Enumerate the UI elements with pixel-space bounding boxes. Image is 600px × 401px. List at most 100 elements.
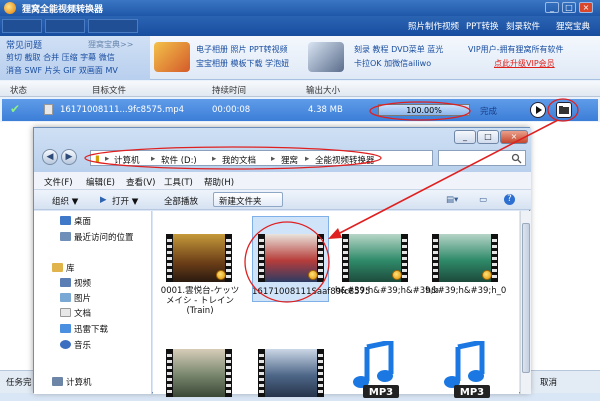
- back-button[interactable]: ◀: [42, 149, 58, 165]
- path-drive[interactable]: 软件 (D:): [161, 154, 197, 166]
- explorer-minimize-button[interactable]: _: [454, 130, 476, 144]
- video-library-icon: [60, 278, 71, 287]
- forward-button[interactable]: ▶: [61, 149, 77, 165]
- done-check-icon: ✔: [10, 102, 21, 116]
- recent-places-icon: [60, 232, 71, 241]
- menu-edit[interactable]: 编辑(E): [86, 176, 115, 188]
- nav-downloads[interactable]: 迅雷下载: [74, 323, 108, 335]
- computer-icon: [52, 377, 63, 386]
- faq-links-2[interactable]: 消音 SWF 片头 GIF 双画面 MV: [6, 65, 118, 76]
- explorer-close-button[interactable]: ×: [500, 130, 528, 144]
- col-duration[interactable]: 持续时间: [212, 84, 246, 96]
- faq-heading: 常见问题: [6, 41, 43, 51]
- video-thumbnail[interactable]: [342, 234, 408, 282]
- file-label-selected[interactable]: 16171008111Saaf89fc8575: [252, 287, 370, 297]
- view-options-icon[interactable]: ▤▾: [446, 195, 458, 205]
- explorer-toolbar: 组织 ▼ ▶ 打开 ▼ 全部播放 新建文件夹 ▤▾ ▭ ?: [34, 190, 531, 210]
- link-burn[interactable]: 刻录软件: [506, 20, 540, 32]
- new-folder-button[interactable]: 新建文件夹: [213, 192, 283, 207]
- video-thumbnail[interactable]: [258, 349, 324, 397]
- ad-dvd-line2[interactable]: 卡拉OK 加微信ailiwo: [354, 58, 431, 69]
- nav-videos[interactable]: 视频: [74, 277, 91, 289]
- title-bar: 狸窝全能视频转换器 _ □ ×: [0, 0, 600, 16]
- dvd-promo-icon[interactable]: [308, 42, 344, 72]
- nav-pictures[interactable]: 图片: [74, 292, 91, 304]
- task-filename: 16171008111...9fc8575.mp4: [60, 105, 185, 115]
- link-ppt[interactable]: PPT转换: [466, 20, 498, 32]
- path-converter[interactable]: 全能视频转换器: [315, 154, 375, 166]
- ad-album-line2[interactable]: 宝宝相册 模板下载 学泡妞: [196, 58, 289, 69]
- scroll-thumb[interactable]: [522, 223, 530, 373]
- file-label[interactable]: 0001.雲悦台-ケッツメイシ - トレイン (Train): [159, 286, 241, 316]
- open-folder-button[interactable]: [556, 102, 572, 118]
- help-icon[interactable]: ?: [504, 194, 515, 205]
- address-bar[interactable]: ▮ ▸ 计算机 ▸ 软件 (D:) ▸ 我的文档 ▸ 狸窝 ▸ 全能视频转换器: [90, 150, 433, 166]
- toolbar-slot-2[interactable]: [45, 19, 85, 33]
- path-documents[interactable]: 我的文档: [222, 154, 256, 166]
- toolbar-slot-3[interactable]: [88, 19, 138, 33]
- path-computer[interactable]: 计算机: [114, 154, 140, 166]
- app-logo-icon: [4, 2, 16, 14]
- nav-library[interactable]: 库: [66, 262, 75, 274]
- ad-dvd-line1[interactable]: 刻录 教程 DVD菜单 蓝光: [354, 44, 443, 55]
- explorer-window: _ □ × ◀ ▶ ▮ ▸ 计算机 ▸ 软件 (D:) ▸ 我的文档 ▸ 狸窝 …: [33, 127, 531, 398]
- minimize-button[interactable]: _: [545, 2, 559, 13]
- desktop-icon: [60, 216, 71, 225]
- faq-panel: 常见问题 狸窝宝典>> 剪切 截取 合并 压缩 字幕 微信 消音 SWF 片头 …: [0, 36, 150, 80]
- file-icon: [44, 104, 53, 115]
- toolbar-slot-1[interactable]: [2, 19, 42, 33]
- explorer-menu-bar: 文件(F) 编辑(E) 查看(V) 工具(T) 帮助(H): [34, 172, 531, 190]
- video-thumbnail[interactable]: [166, 234, 232, 282]
- explorer-scrollbar[interactable]: [520, 211, 531, 394]
- mp3-file-icon[interactable]: MP3: [436, 341, 496, 401]
- organize-button[interactable]: 组织 ▼: [52, 195, 78, 207]
- search-icon: [511, 153, 522, 164]
- video-thumbnail[interactable]: [432, 234, 498, 282]
- nav-documents[interactable]: 文档: [74, 307, 91, 319]
- menu-help[interactable]: 帮助(H): [204, 176, 234, 188]
- faq-links-1[interactable]: 剪切 截取 合并 压缩 字幕 微信: [6, 52, 115, 63]
- explorer-maximize-button[interactable]: □: [477, 130, 499, 144]
- menu-view[interactable]: 查看(V): [126, 176, 155, 188]
- faq-more-link[interactable]: 狸窝宝典>>: [88, 39, 133, 50]
- folder-icon: [559, 106, 569, 114]
- search-input[interactable]: [438, 150, 526, 166]
- player-badge-icon: [482, 270, 492, 280]
- top-bar: 照片制作视频 PPT转换 刻录软件 狸窝宝典: [0, 16, 600, 36]
- vip-info[interactable]: VIP用户-拥有狸窝所有软件: [468, 44, 564, 55]
- menu-file[interactable]: 文件(F): [44, 176, 73, 188]
- library-icon: [52, 263, 63, 272]
- col-output-size[interactable]: 输出大小: [306, 84, 340, 96]
- ad-album-line1[interactable]: 电子相册 照片 PPT转视频: [196, 44, 288, 55]
- status-text: 任务完: [6, 378, 32, 388]
- play-all-button[interactable]: 全部播放: [164, 195, 198, 207]
- link-guide[interactable]: 狸窝宝典: [556, 20, 590, 32]
- preview-pane-icon[interactable]: ▭: [479, 195, 487, 205]
- close-button[interactable]: ×: [579, 2, 593, 13]
- path-liwo[interactable]: 狸窝: [281, 154, 298, 166]
- maximize-button[interactable]: □: [562, 2, 576, 13]
- col-status[interactable]: 状态: [10, 84, 27, 96]
- open-button[interactable]: 打开 ▼: [112, 195, 138, 207]
- col-target-file[interactable]: 目标文件: [92, 84, 126, 96]
- link-photo-video[interactable]: 照片制作视频: [408, 20, 459, 32]
- vip-upgrade-link[interactable]: 点此升级VIP会员: [494, 58, 555, 69]
- task-row[interactable]: ✔ 16171008111...9fc8575.mp4 00:00:08 4.3…: [2, 99, 598, 121]
- menu-tools[interactable]: 工具(T): [164, 176, 193, 188]
- album-promo-icon[interactable]: [154, 42, 190, 72]
- video-thumbnail-selected[interactable]: [258, 234, 324, 282]
- mp3-file-icon[interactable]: MP3: [345, 341, 405, 401]
- explorer-header: _ □ × ◀ ▶ ▮ ▸ 计算机 ▸ 软件 (D:) ▸ 我的文档 ▸ 狸窝 …: [34, 128, 531, 172]
- music-library-icon: [60, 340, 71, 349]
- nav-computer[interactable]: 计算机: [66, 376, 92, 388]
- file-label[interactable]: h&#39;h&#39;h_0: [425, 286, 507, 296]
- cancel-link[interactable]: 取消: [540, 376, 557, 388]
- nav-recent[interactable]: 最近访问的位置: [74, 231, 134, 243]
- play-button[interactable]: [530, 102, 546, 118]
- video-thumbnail[interactable]: [166, 349, 232, 397]
- complete-label: 完成: [480, 107, 498, 117]
- file-label[interactable]: h&#39;h&#39;h&#39;h: [335, 286, 439, 296]
- nav-desktop[interactable]: 桌面: [74, 215, 91, 227]
- promo-band: 常见问题 狸窝宝典>> 剪切 截取 合并 压缩 字幕 微信 消音 SWF 片头 …: [0, 36, 600, 80]
- nav-music[interactable]: 音乐: [74, 339, 91, 351]
